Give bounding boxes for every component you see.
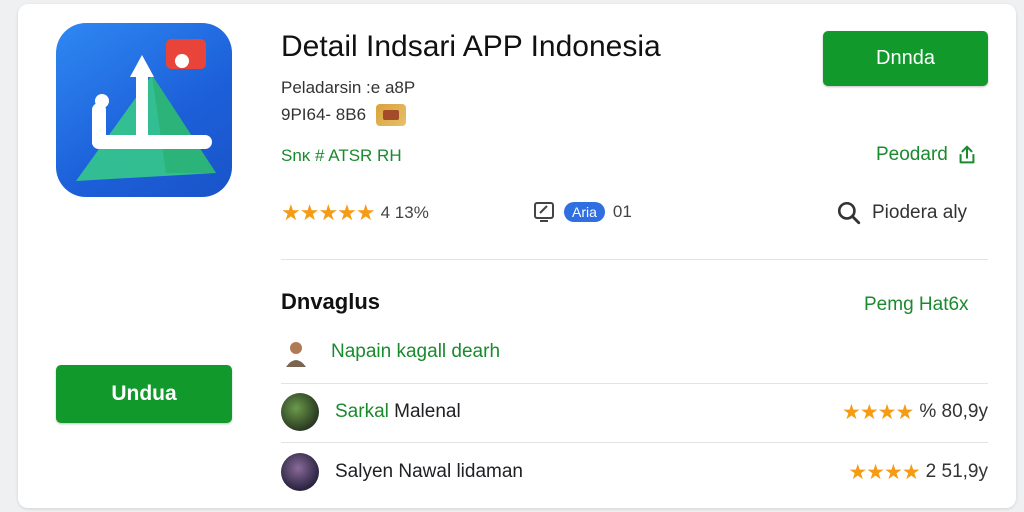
search-action[interactable]: Piodera aly xyxy=(836,200,967,226)
app-meta-text: 9PI64- 8B6 xyxy=(281,105,367,124)
share-icon xyxy=(959,145,975,164)
developer-name: Peladarsin :e a8P xyxy=(281,78,416,97)
review-value: 2 51,9y xyxy=(925,461,988,482)
review-stars: ★★★★ xyxy=(842,400,914,424)
badge-icon xyxy=(376,104,407,126)
share-label: Peodard xyxy=(876,144,948,165)
rating-summary: ★★★★★ 4 13% xyxy=(281,200,429,226)
rating-count: 4 13% xyxy=(380,203,429,222)
review-value: % 80,9y xyxy=(919,401,988,422)
download-button-large[interactable]: Undua xyxy=(56,365,232,423)
app-tagline[interactable]: Snĸ # ATSR RH xyxy=(281,146,402,166)
list-item[interactable]: Napain kagall dearh xyxy=(281,330,988,374)
rating-stars: ★★★★★ xyxy=(281,200,376,225)
device-pill: Aria xyxy=(564,202,605,222)
share-link[interactable]: Peodard xyxy=(876,144,978,166)
list-item-label: Napain kagall dearh xyxy=(331,341,501,362)
app-logo-icon xyxy=(56,23,232,197)
review-row[interactable]: Salyen Nawal lidaman ★★★★ 2 51,9y xyxy=(281,450,988,494)
avatar xyxy=(281,393,319,431)
review-stars: ★★★★ xyxy=(848,460,920,484)
section-link[interactable]: Pemg Hat6x xyxy=(864,294,969,316)
app-meta: 9PI64- 8B6 xyxy=(281,104,407,126)
review-rating: ★★★★ % 80,9y xyxy=(842,400,988,425)
device-number: 01 xyxy=(612,202,632,221)
avatar-icon xyxy=(281,337,311,367)
divider xyxy=(281,442,988,443)
download-button[interactable]: Dnnda xyxy=(823,31,988,86)
avatar xyxy=(281,453,319,491)
reviewer-name-full: Salyen Nawal lidaman xyxy=(335,461,523,482)
reviewer-name-first: Sarkal xyxy=(335,401,389,422)
app-title: Detail Indsari APP Indonesia xyxy=(281,30,661,63)
divider xyxy=(281,259,988,260)
review-row[interactable]: Sarkal Malenal ★★★★ % 80,9y xyxy=(281,390,988,434)
divider xyxy=(281,383,988,384)
reviewer-name-rest: Malenal xyxy=(388,401,461,422)
section-title: Dnvaglus xyxy=(281,289,381,314)
reviewer-name: Sarkal Malenal xyxy=(335,401,461,423)
reviewer-name: Salyen Nawal lidaman xyxy=(335,461,523,483)
device-icon xyxy=(534,202,554,222)
search-icon xyxy=(837,201,861,225)
search-label: Piodera aly xyxy=(872,202,968,223)
device-info[interactable]: Aria 01 xyxy=(532,200,632,224)
review-rating: ★★★★ 2 51,9y xyxy=(848,460,988,485)
